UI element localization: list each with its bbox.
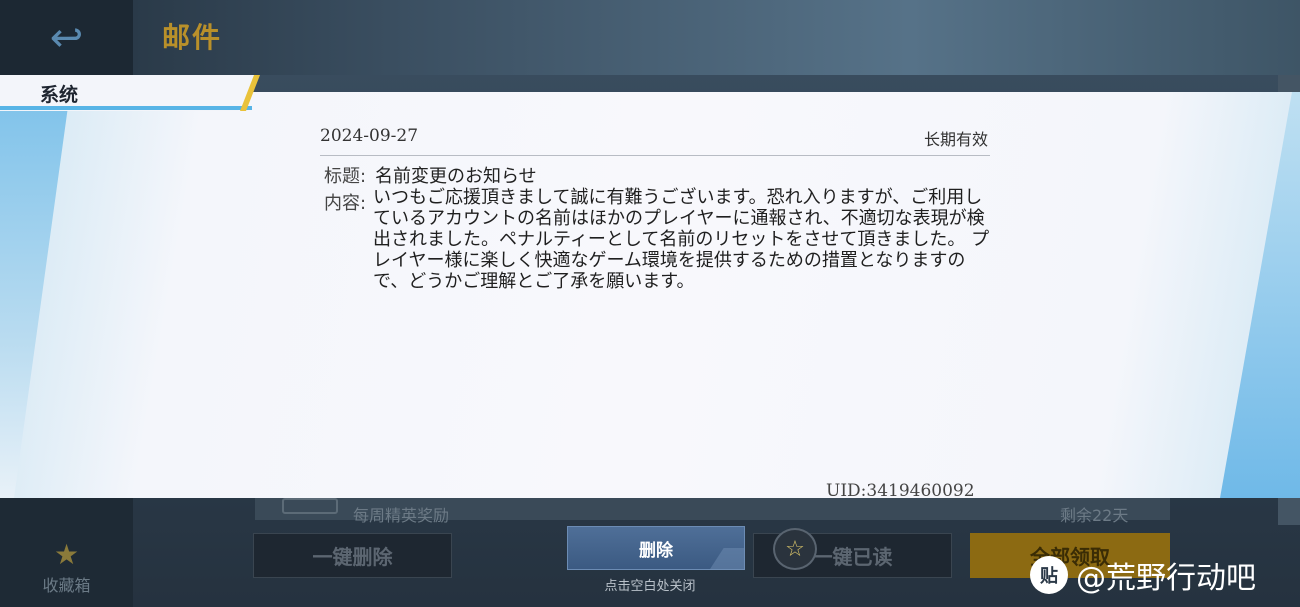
tieba-logo-icon: 贴 [1030, 556, 1068, 594]
page-title: 邮件 [162, 21, 223, 54]
favorites-button[interactable]: ★ 收藏箱 [0, 540, 133, 607]
tab-system-label: 系统 [40, 84, 79, 106]
mail-detail-modal [0, 92, 1300, 498]
star-icon: ★ [53, 538, 80, 571]
back-arrow-icon: ↩ [49, 14, 84, 61]
mail-content: いつもご応援頂きまして誠に有難うございます。恐れ入りますが、ご利用しているアカウ… [373, 187, 990, 292]
divider [320, 155, 990, 156]
user-uid: UID:3419460092 [826, 481, 975, 501]
mail-row-icon [282, 498, 338, 514]
watermark: 贴 @荒野行动吧 [1030, 553, 1256, 597]
mail-row-remaining: 剩余22天 [1060, 506, 1129, 525]
subject-label: 标题: [324, 166, 367, 187]
delete-all-button[interactable]: 一键删除 [253, 533, 452, 578]
mail-date: 2024-09-27 [320, 126, 419, 146]
close-hint: 点击空白处关闭 [604, 579, 696, 594]
tab-underline [0, 106, 252, 110]
mail-row-title: 每周精英奖励 [353, 506, 450, 525]
watermark-text: @荒野行动吧 [1076, 561, 1256, 596]
mail-validity: 长期有效 [924, 130, 989, 149]
favorites-label: 收藏箱 [42, 576, 91, 595]
mail-subject: 名前変更のお知らせ [375, 166, 537, 187]
back-button[interactable]: ↩ [0, 0, 133, 75]
star-outline-icon: ☆ [773, 528, 817, 570]
content-label: 内容: [324, 193, 367, 214]
